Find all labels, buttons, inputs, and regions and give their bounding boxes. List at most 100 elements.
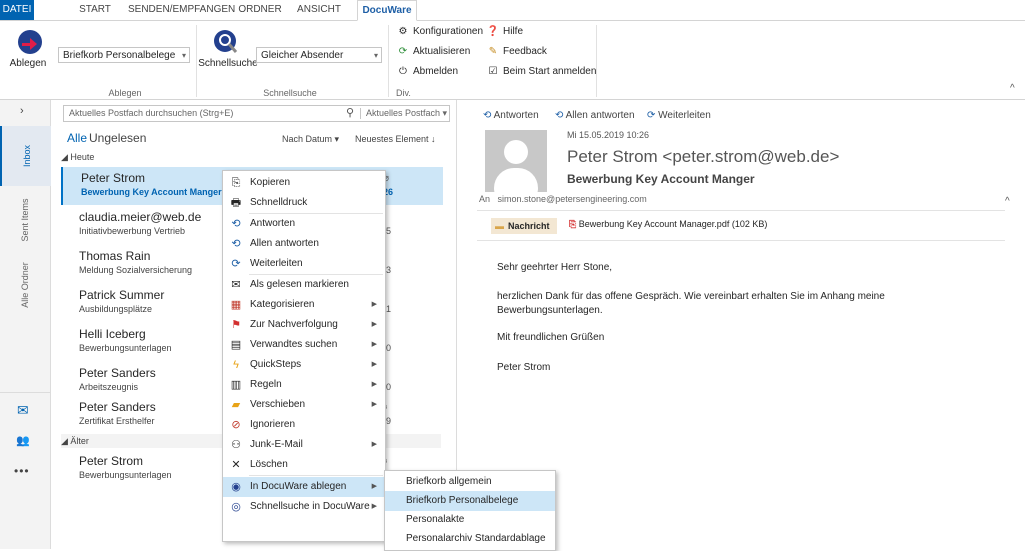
sort-order-toggle[interactable]: Neuestes Element ↓ <box>355 134 436 144</box>
briefkorb-select[interactable]: Briefkorb Personalbelege ▾ <box>58 47 190 63</box>
more-icon[interactable]: ••• <box>14 464 30 478</box>
power-icon: ⏻ <box>399 66 407 77</box>
sort-by-select[interactable]: Nach Datum ▾ <box>282 134 339 145</box>
menu-item-delete[interactable]: ✕ Löschen <box>223 455 385 475</box>
aktualisieren-button[interactable]: ⟳ Aktualisieren <box>396 44 470 60</box>
tab-folder[interactable]: ORDNER <box>238 0 282 20</box>
submenu-item-personalarchiv[interactable]: Personalarchiv Standardablage <box>385 529 555 549</box>
tab-alle-ordner[interactable]: Alle Ordner <box>0 250 50 320</box>
tab-inbox[interactable]: Inbox <box>0 126 52 186</box>
attachment-file[interactable]: ⎘ Bewerbung Key Account Manager.pdf (102… <box>569 219 767 230</box>
mail-subject: Bewerbung Key Account Manger <box>567 172 755 186</box>
submenu-arrow-icon: ▶ <box>371 401 377 408</box>
konfigurationen-button[interactable]: ⚙ Konfigurationen <box>396 24 484 40</box>
menu-item-rules[interactable]: ▥ Regeln ▶ <box>223 375 385 395</box>
mail-recipients: An simon.stone@petersengineering.com <box>479 194 647 204</box>
gear-icon: ⚙ <box>398 26 408 37</box>
checkbox-checked-icon: ☑ <box>488 66 498 77</box>
avatar <box>485 130 547 192</box>
pdf-icon: ⎘ <box>569 219 577 229</box>
submenu-arrow-icon: ▶ <box>371 361 377 368</box>
abmelden-button[interactable]: ⏻ Abmelden <box>396 64 458 80</box>
folder-icon: ▰ <box>231 399 241 411</box>
help-icon: ❓ <box>486 26 500 37</box>
tab-file[interactable]: DATEI <box>0 0 34 20</box>
tab-view[interactable]: ANSICHT <box>297 0 341 20</box>
junk-icon: ⚇ <box>231 439 241 451</box>
context-menu: ⎘ Kopieren 🖶 Schnelldruck ⟲ Antworten ⟲ Alle… <box>222 170 386 542</box>
docuware-search-icon: ◎ <box>231 501 241 513</box>
search-input[interactable]: Aktuelles Postfach durchsuchen (Strg+E) … <box>63 105 450 122</box>
menu-item-categorize[interactable]: ▦ Kategorisieren ▶ <box>223 295 385 315</box>
divider <box>360 108 361 119</box>
delete-icon: ✕ <box>231 459 241 471</box>
menu-item-ignore[interactable]: ⊘ Ignorieren <box>223 415 385 435</box>
menu-item-move[interactable]: ▰ Verschieben ▶ <box>223 395 385 415</box>
reply-icon: ⟲ <box>231 218 241 230</box>
docuware-file-icon <box>18 30 42 54</box>
envelope-icon: ▬ <box>495 221 504 231</box>
rules-icon: ▥ <box>230 379 242 391</box>
submenu-item-briefkorb-allgemein[interactable]: Briefkorb allgemein <box>385 472 555 492</box>
tab-send-receive[interactable]: SENDEN/EMPFANGEN <box>128 0 235 20</box>
tab-sent-items[interactable]: Sent Items <box>0 190 50 250</box>
people-icon[interactable]: 👥 <box>16 434 30 447</box>
expand-folders-icon[interactable]: › <box>20 105 24 117</box>
reply-button[interactable]: ⟲ Antworten <box>483 110 539 121</box>
submenu-item-personalakte[interactable]: Personalakte <box>385 510 555 530</box>
menu-item-find-related[interactable]: ▤ Verwandtes suchen ▶ <box>223 335 385 355</box>
group-label-ablegen: Ablegen <box>108 88 142 98</box>
submenu-arrow-icon: ▶ <box>371 503 377 510</box>
divider <box>0 392 50 393</box>
menu-item-docuware-search[interactable]: ◎ Schnellsuche in DocuWare ▶ <box>223 497 385 517</box>
absender-select[interactable]: Gleicher Absender ▾ <box>256 47 382 63</box>
forward-icon: ⟳ <box>647 110 656 121</box>
mail-icon[interactable]: ✉ <box>17 402 29 419</box>
mail-body-line: Sehr geehrter Herr Stone, <box>497 262 613 273</box>
collapse-ribbon-icon[interactable]: ^ <box>1010 83 1015 94</box>
ribbon-separator <box>196 25 197 97</box>
tab-start[interactable]: START <box>78 0 112 20</box>
envelope-open-icon: ✉ <box>231 279 241 291</box>
divider <box>477 240 1005 241</box>
mail-body-line: Mit freundlichen Grüßen <box>497 332 605 343</box>
print-icon: 🖶 <box>230 197 242 209</box>
find-related-icon: ▤ <box>230 339 242 351</box>
schnellsuche-button[interactable]: Schnellsuche <box>198 26 258 80</box>
menu-item-forward[interactable]: ⟳ Weiterleiten <box>223 254 385 274</box>
forward-button[interactable]: ⟳ Weiterleiten <box>647 110 711 121</box>
menu-item-mark-read[interactable]: ✉ Als gelesen markieren <box>223 275 385 295</box>
group-header-today[interactable]: ◢ Heute <box>61 152 441 166</box>
menu-item-copy[interactable]: ⎘ Kopieren <box>223 173 385 193</box>
docuware-submenu: Briefkorb allgemein Briefkorb Personalbe… <box>384 470 556 551</box>
reply-all-icon: ⟲ <box>231 238 241 250</box>
reply-icon: ⟲ <box>483 110 492 121</box>
filter-all[interactable]: Alle <box>67 131 87 145</box>
submenu-arrow-icon: ▶ <box>371 381 377 388</box>
tab-message[interactable]: ▬ Nachricht <box>491 218 557 234</box>
flag-icon: ⚑ <box>231 319 241 331</box>
hilfe-button[interactable]: ❓ Hilfe <box>486 24 523 40</box>
expand-header-icon[interactable]: ^ <box>1005 196 1010 207</box>
search-scope-select[interactable]: Aktuelles Postfach ▾ <box>366 108 447 119</box>
menu-item-reply-all[interactable]: ⟲ Allen antworten <box>223 234 385 254</box>
ablegen-button[interactable]: Ablegen <box>6 26 54 80</box>
refresh-icon: ⟳ <box>398 46 408 57</box>
menu-item-follow-up[interactable]: ⚑ Zur Nachverfolgung ▶ <box>223 315 385 335</box>
menu-item-quick-print[interactable]: 🖶 Schnelldruck <box>223 193 385 213</box>
submenu-item-briefkorb-personalbelege[interactable]: Briefkorb Personalbelege <box>385 491 555 511</box>
search-icon[interactable]: ⚲ <box>346 106 354 119</box>
filter-unread[interactable]: Ungelesen <box>89 131 146 145</box>
menu-item-junk[interactable]: ⚇ Junk-E-Mail ▶ <box>223 435 385 455</box>
beim-start-checkbox[interactable]: ☑ Beim Start anmelden <box>486 64 597 80</box>
submenu-arrow-icon: ▶ <box>371 301 377 308</box>
submenu-arrow-icon: ▶ <box>371 441 377 448</box>
menu-item-quicksteps[interactable]: ϟ QuickSteps ▶ <box>223 355 385 375</box>
group-label-schnellsuche: Schnellsuche <box>263 88 317 98</box>
tab-docuware[interactable]: DocuWare <box>357 0 417 21</box>
menu-item-reply[interactable]: ⟲ Antworten <box>223 214 385 234</box>
feedback-button[interactable]: ✎ Feedback <box>486 44 547 60</box>
menu-separator <box>249 475 383 476</box>
menu-item-docuware-ablegen[interactable]: ◉ In DocuWare ablegen ▶ <box>223 477 385 497</box>
reply-all-button[interactable]: ⟲ Allen antworten <box>555 110 635 121</box>
